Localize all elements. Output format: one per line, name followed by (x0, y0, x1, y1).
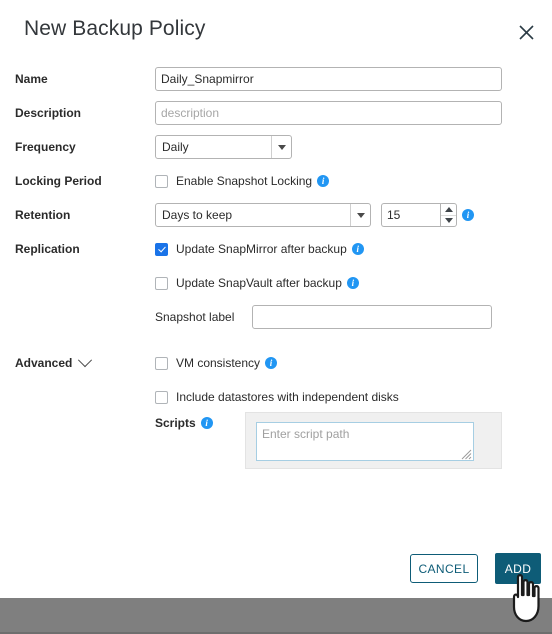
snapshot-label-input[interactable] (252, 305, 493, 329)
add-button[interactable]: ADD (495, 553, 541, 584)
chevron-down-icon[interactable] (271, 136, 291, 158)
form-row-replication: Replication Update SnapMirror after back… (0, 232, 552, 266)
chevron-down-icon[interactable] (350, 204, 370, 226)
new-backup-policy-dialog: New Backup Policy Name Description Frequ… (0, 0, 552, 598)
update-snapvault-checkbox[interactable] (155, 276, 168, 290)
snapvault-field-wrap: Update SnapVault after backup i (155, 266, 359, 300)
close-icon[interactable] (514, 20, 538, 44)
name-label: Name (15, 72, 48, 86)
info-icon[interactable]: i (346, 277, 359, 289)
frequency-label: Frequency (15, 140, 76, 154)
form-row-snapshot-label: Snapshot label (0, 300, 552, 334)
form-row-name: Name (0, 62, 552, 96)
update-snapvault-row: Update SnapVault after backup i (155, 276, 359, 290)
retention-count-input[interactable] (381, 203, 440, 227)
vm-consistency-row: VM consistency i (155, 356, 278, 370)
form-row-locking-period: Locking Period Enable Snapshot Locking i (0, 164, 552, 198)
retention-count-group (381, 203, 457, 227)
stepper-up-icon[interactable] (441, 204, 456, 216)
vm-consistency-field-wrap: VM consistency i (155, 346, 278, 380)
independent-disks-row: Include datastores with independent disk… (155, 390, 399, 404)
form-row-description: Description (0, 96, 552, 130)
independent-disks-label: Include datastores with independent disk… (176, 390, 399, 404)
locking-period-field-wrap: Enable Snapshot Locking i (155, 164, 330, 198)
retention-label: Retention (15, 208, 71, 222)
advanced-toggle[interactable]: Advanced (15, 346, 93, 380)
frequency-field-wrap: Daily (155, 130, 292, 164)
scripts-panel (245, 412, 502, 469)
retention-field-wrap: Days to keep i (155, 198, 474, 232)
script-path-textarea[interactable] (256, 422, 474, 461)
scripts-label: Scripts (155, 416, 196, 430)
enable-snapshot-locking-checkbox[interactable] (155, 174, 168, 188)
form-row-scripts: Scripts i (0, 412, 552, 476)
dialog-header: New Backup Policy (0, 0, 552, 62)
chevron-down-icon (78, 353, 93, 368)
snapshot-label-field-wrap: Snapshot label (155, 300, 493, 334)
form-row-independent-disks: Include datastores with independent disk… (0, 380, 552, 414)
info-icon[interactable]: i (317, 175, 330, 187)
page-title: New Backup Policy (24, 17, 206, 40)
update-snapmirror-checkbox[interactable] (155, 242, 168, 256)
info-icon[interactable]: i (200, 417, 213, 429)
form-row-frequency: Frequency Daily (0, 130, 552, 164)
frequency-selected-value: Daily (162, 140, 189, 154)
frequency-select[interactable]: Daily (155, 135, 292, 159)
info-icon[interactable]: i (265, 357, 278, 369)
stepper-down-icon[interactable] (441, 216, 456, 227)
enable-snapshot-locking-label: Enable Snapshot Locking (176, 174, 313, 188)
advanced-label: Advanced (15, 356, 73, 370)
info-icon[interactable]: i (462, 209, 474, 221)
independent-disks-field-wrap: Include datastores with independent disk… (155, 380, 399, 414)
update-snapmirror-row: Update SnapMirror after backup i (155, 242, 364, 256)
name-field-wrap (155, 62, 502, 96)
form-row-retention: Retention Days to keep i (0, 198, 552, 232)
cancel-button[interactable]: CANCEL (410, 554, 478, 583)
retention-type-select[interactable]: Days to keep (155, 203, 371, 227)
snapmirror-field-wrap: Update SnapMirror after backup i (155, 232, 364, 266)
name-input[interactable] (155, 67, 502, 91)
snapshot-label-text: Snapshot label (155, 310, 235, 324)
retention-count-stepper[interactable] (440, 203, 457, 227)
bottom-bar (0, 598, 552, 634)
replication-label: Replication (15, 242, 80, 256)
enable-snapshot-locking-row: Enable Snapshot Locking i (155, 174, 330, 188)
form-row-advanced: Advanced VM consistency i (0, 346, 552, 380)
update-snapvault-label: Update SnapVault after backup (176, 276, 342, 290)
retention-type-selected-value: Days to keep (162, 208, 233, 222)
scripts-label-wrap: Scripts i (155, 414, 213, 432)
policy-form: Name Description Frequency Daily Lo (0, 62, 552, 476)
description-field-wrap (155, 96, 502, 130)
info-icon[interactable]: i (351, 243, 364, 255)
form-row-snapvault: Update SnapVault after backup i (0, 266, 552, 300)
description-input[interactable] (155, 101, 502, 125)
vm-consistency-label: VM consistency (176, 356, 261, 370)
locking-period-label: Locking Period (15, 174, 102, 188)
description-label: Description (15, 106, 82, 120)
independent-disks-checkbox[interactable] (155, 390, 168, 404)
update-snapmirror-label: Update SnapMirror after backup (176, 242, 347, 256)
vm-consistency-checkbox[interactable] (155, 356, 168, 370)
